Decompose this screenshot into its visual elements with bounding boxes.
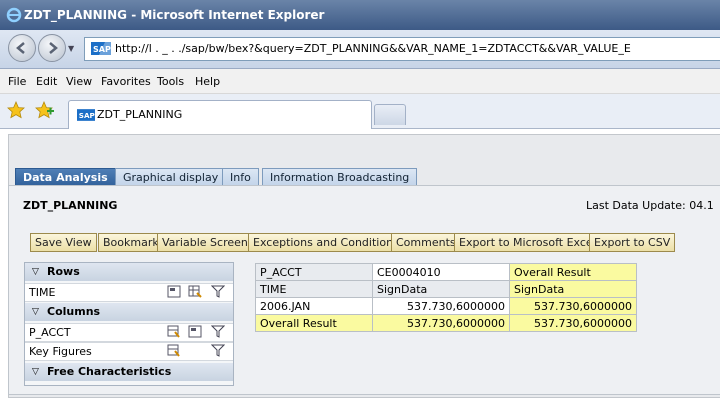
collapse-icon: ▽ [32,307,39,317]
navigation-panel: ▽ Rows TIME ▽ Columns P_ACCT Key Figures… [24,262,234,386]
collapse-icon: ▽ [32,267,39,277]
table-cell: 537.730,6000000 [372,314,510,332]
table-cell[interactable]: SignData [372,280,510,298]
swap-axes-icon[interactable] [167,344,181,357]
collapse-icon: ▽ [32,367,39,377]
table-cell[interactable]: TIME [255,280,373,298]
menu-help[interactable]: Help [195,75,220,88]
table-row: Overall Result 537.730,6000000 537.730,6… [255,314,637,332]
table-row: 2006.JAN 537.730,6000000 537.730,6000000 [255,297,637,315]
swap-axes-icon[interactable] [188,285,202,298]
comments-button[interactable]: Comments [391,233,461,252]
export-excel-button[interactable]: Export to Microsoft Excel [454,233,601,252]
ie-logo-icon [6,7,22,23]
variable-screen-button[interactable]: Variable Screen [157,233,253,252]
nav-row-p-acct[interactable]: P_ACCT [25,323,233,342]
url-input[interactable]: SAP http://l . _ . ./sap/bw/bex?&query=Z… [84,37,720,61]
window-title: ZDT_PLANNING - Microsoft Internet Explor… [24,8,325,22]
menu-view[interactable]: View [66,75,92,88]
add-favorite-icon[interactable] [35,101,55,119]
nav-row-time[interactable]: TIME [25,283,233,302]
star-icon[interactable] [7,101,25,119]
save-view-button[interactable]: Save View [30,233,97,252]
sap-icon: SAP [77,109,95,121]
sap-icon: SAP [91,42,111,55]
filter-icon[interactable] [211,285,225,298]
table-cell[interactable]: CE0004010 [372,263,510,281]
browser-tab-label: ZDT_PLANNING [97,108,183,121]
menu-tools[interactable]: Tools [157,75,184,88]
window-title-bar: ZDT_PLANNING - Microsoft Internet Explor… [0,0,720,30]
last-data-update: Last Data Update: 04.1 [586,199,714,212]
new-tab-button[interactable] [374,104,406,125]
menu-file[interactable]: File [8,75,26,88]
result-table: P_ACCT CE0004010 Overall Result TIME Sig… [255,263,637,332]
browser-tab-bar: SAP ZDT_PLANNING [0,94,720,129]
exceptions-conditions-button[interactable]: Exceptions and Conditions [248,233,404,252]
table-cell: 537.730,6000000 [509,314,637,332]
table-cell: 537.730,6000000 [509,297,637,315]
back-icon [16,42,25,54]
forward-icon [49,42,58,54]
nav-row-key-figures[interactable]: Key Figures [25,342,233,361]
table-cell[interactable]: Overall Result [255,314,373,332]
table-cell: 537.730,6000000 [372,297,510,315]
menu-edit[interactable]: Edit [36,75,57,88]
svg-text:SAP: SAP [79,111,95,120]
swap-axes-icon[interactable] [167,325,181,338]
table-row: P_ACCT CE0004010 Overall Result [255,263,637,281]
rows-header[interactable]: ▽ Rows [25,263,233,281]
menu-favorites[interactable]: Favorites [101,75,151,88]
filter-icon[interactable] [211,325,225,338]
menu-bar: File Edit View Favorites Tools Help [0,69,720,94]
table-cell[interactable]: P_ACCT [255,263,373,281]
table-row: TIME SignData SignData [255,280,637,298]
browser-tab[interactable]: SAP ZDT_PLANNING [68,100,372,129]
table-cell: Overall Result [509,263,637,281]
bookmark-button[interactable]: Bookmark [98,233,164,252]
table-icon[interactable] [167,285,181,298]
table-cell: SignData [509,280,637,298]
free-characteristics-header[interactable]: ▽ Free Characteristics [25,363,233,381]
report-title: ZDT_PLANNING [23,199,118,212]
svg-text:SAP: SAP [93,45,111,54]
history-dropdown-icon[interactable]: ▼ [68,44,74,53]
address-bar: ▼ SAP http://l . _ . ./sap/bw/bex?&query… [0,30,720,69]
back-button[interactable] [8,34,36,62]
export-csv-button[interactable]: Export to CSV [589,233,676,252]
columns-header[interactable]: ▽ Columns [25,303,233,321]
url-text: http://l . _ . ./sap/bw/bex?&query=ZDT_P… [115,42,631,55]
filter-icon[interactable] [211,344,225,357]
table-cell[interactable]: 2006.JAN [255,297,373,315]
table-icon[interactable] [188,325,202,338]
forward-button[interactable] [38,34,66,62]
